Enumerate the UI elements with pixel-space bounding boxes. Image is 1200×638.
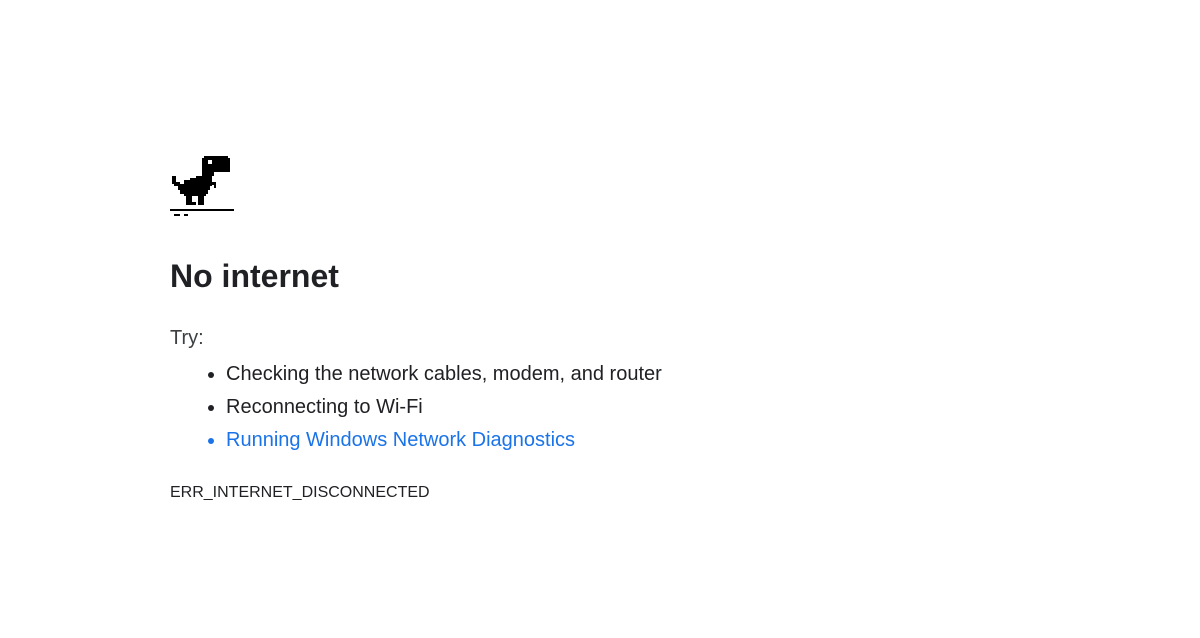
suggestion-network-diagnostics: Running Windows Network Diagnostics xyxy=(226,424,970,457)
error-code: ERR_INTERNET_DISCONNECTED xyxy=(170,484,430,501)
suggestion-reconnect-wifi: Reconnecting to Wi-Fi xyxy=(226,391,970,424)
error-page-content: No internet Try: Checking the network ca… xyxy=(170,154,970,503)
offline-dinosaur-icon[interactable] xyxy=(170,154,234,218)
network-diagnostics-link[interactable]: Running Windows Network Diagnostics xyxy=(226,429,575,451)
page-title: No internet xyxy=(170,258,339,294)
try-label: Try: xyxy=(170,327,204,349)
suggestions-list: Checking the network cables, modem, and … xyxy=(170,358,970,457)
suggestion-check-cables: Checking the network cables, modem, and … xyxy=(226,358,970,391)
